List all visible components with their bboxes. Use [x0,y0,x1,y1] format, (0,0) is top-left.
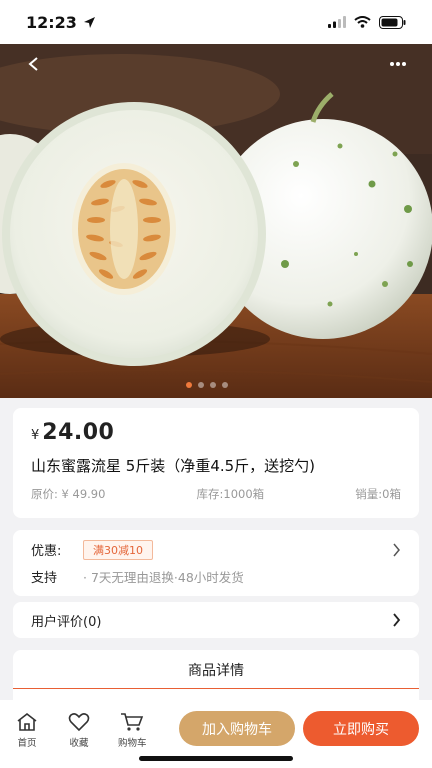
nav-home[interactable]: 首页 [16,712,38,749]
product-image-carousel[interactable] [0,44,432,398]
more-dots-icon [390,62,406,66]
nav-cart[interactable]: 购物车 [118,712,147,749]
product-info-card: ¥ 24.00 山东蜜露流星 5斤装（净重4.5斤，送挖勺) 原价: ¥ 49.… [13,408,419,518]
carousel-dot[interactable] [198,382,204,388]
wifi-icon [354,16,371,28]
nav-home-label: 首页 [17,738,37,749]
nav-favorite-label: 收藏 [69,738,89,749]
add-to-cart-button[interactable]: 加入购物车 [179,711,295,746]
carousel-indicator [186,382,228,388]
heart-icon [68,713,90,732]
support-text: · 7天无理由退换·48小时发货 [83,570,244,585]
status-time: 12:23 [26,12,77,32]
home-indicator [139,756,293,761]
signal-icon [328,16,346,28]
status-bar: 12:23 [0,0,432,44]
discount-tag: 满30减10 [83,539,153,560]
status-icons [328,15,406,29]
battery-icon [379,15,406,29]
support-label: 支持 [31,571,58,586]
product-meta: 原价: ¥ 49.90 库存:1000箱 销量:0箱 [31,486,401,502]
details-underline [13,688,419,689]
chevron-right-icon [393,543,400,556]
chevron-left-icon [28,57,38,71]
promotion-card[interactable]: 优惠: 满30减10 支持 · 7天无理由退换·48小时发货 [13,530,419,596]
status-time-group: 12:23 [26,13,96,32]
original-price: 原价: ¥ 49.90 [31,487,106,501]
carousel-dot[interactable] [222,382,228,388]
price-value: 24.00 [42,420,115,445]
discount-row[interactable]: 优惠: 满30减10 [31,536,401,563]
carousel-dot-active[interactable] [186,382,192,388]
chevron-right-icon [393,613,401,627]
sales-count: 销量:0箱 [355,487,401,501]
discount-label: 优惠: [31,544,62,559]
nav-favorite[interactable]: 收藏 [68,712,90,749]
stock: 库存:1000箱 [196,487,265,501]
details-label: 商品详情 [188,663,244,679]
nav-cart-label: 购物车 [118,738,147,749]
more-button[interactable] [380,46,416,82]
carousel-dot[interactable] [210,382,216,388]
price: ¥ 24.00 [31,420,401,445]
back-button[interactable] [16,46,52,82]
shopping-cart-icon [121,713,144,731]
reviews-row[interactable]: 用户评价(0) [13,602,419,638]
home-icon [17,712,37,731]
product-title: 山东蜜露流星 5斤装（净重4.5斤，送挖勺) [31,457,316,475]
product-photo [0,44,432,398]
location-arrow-icon [83,16,95,28]
buy-now-button[interactable]: 立即购买 [303,711,419,746]
price-currency: ¥ [31,428,40,443]
reviews-label: 用户评价(0) [31,614,102,630]
support-row: 支持 · 7天无理由退换·48小时发货 [31,563,401,590]
